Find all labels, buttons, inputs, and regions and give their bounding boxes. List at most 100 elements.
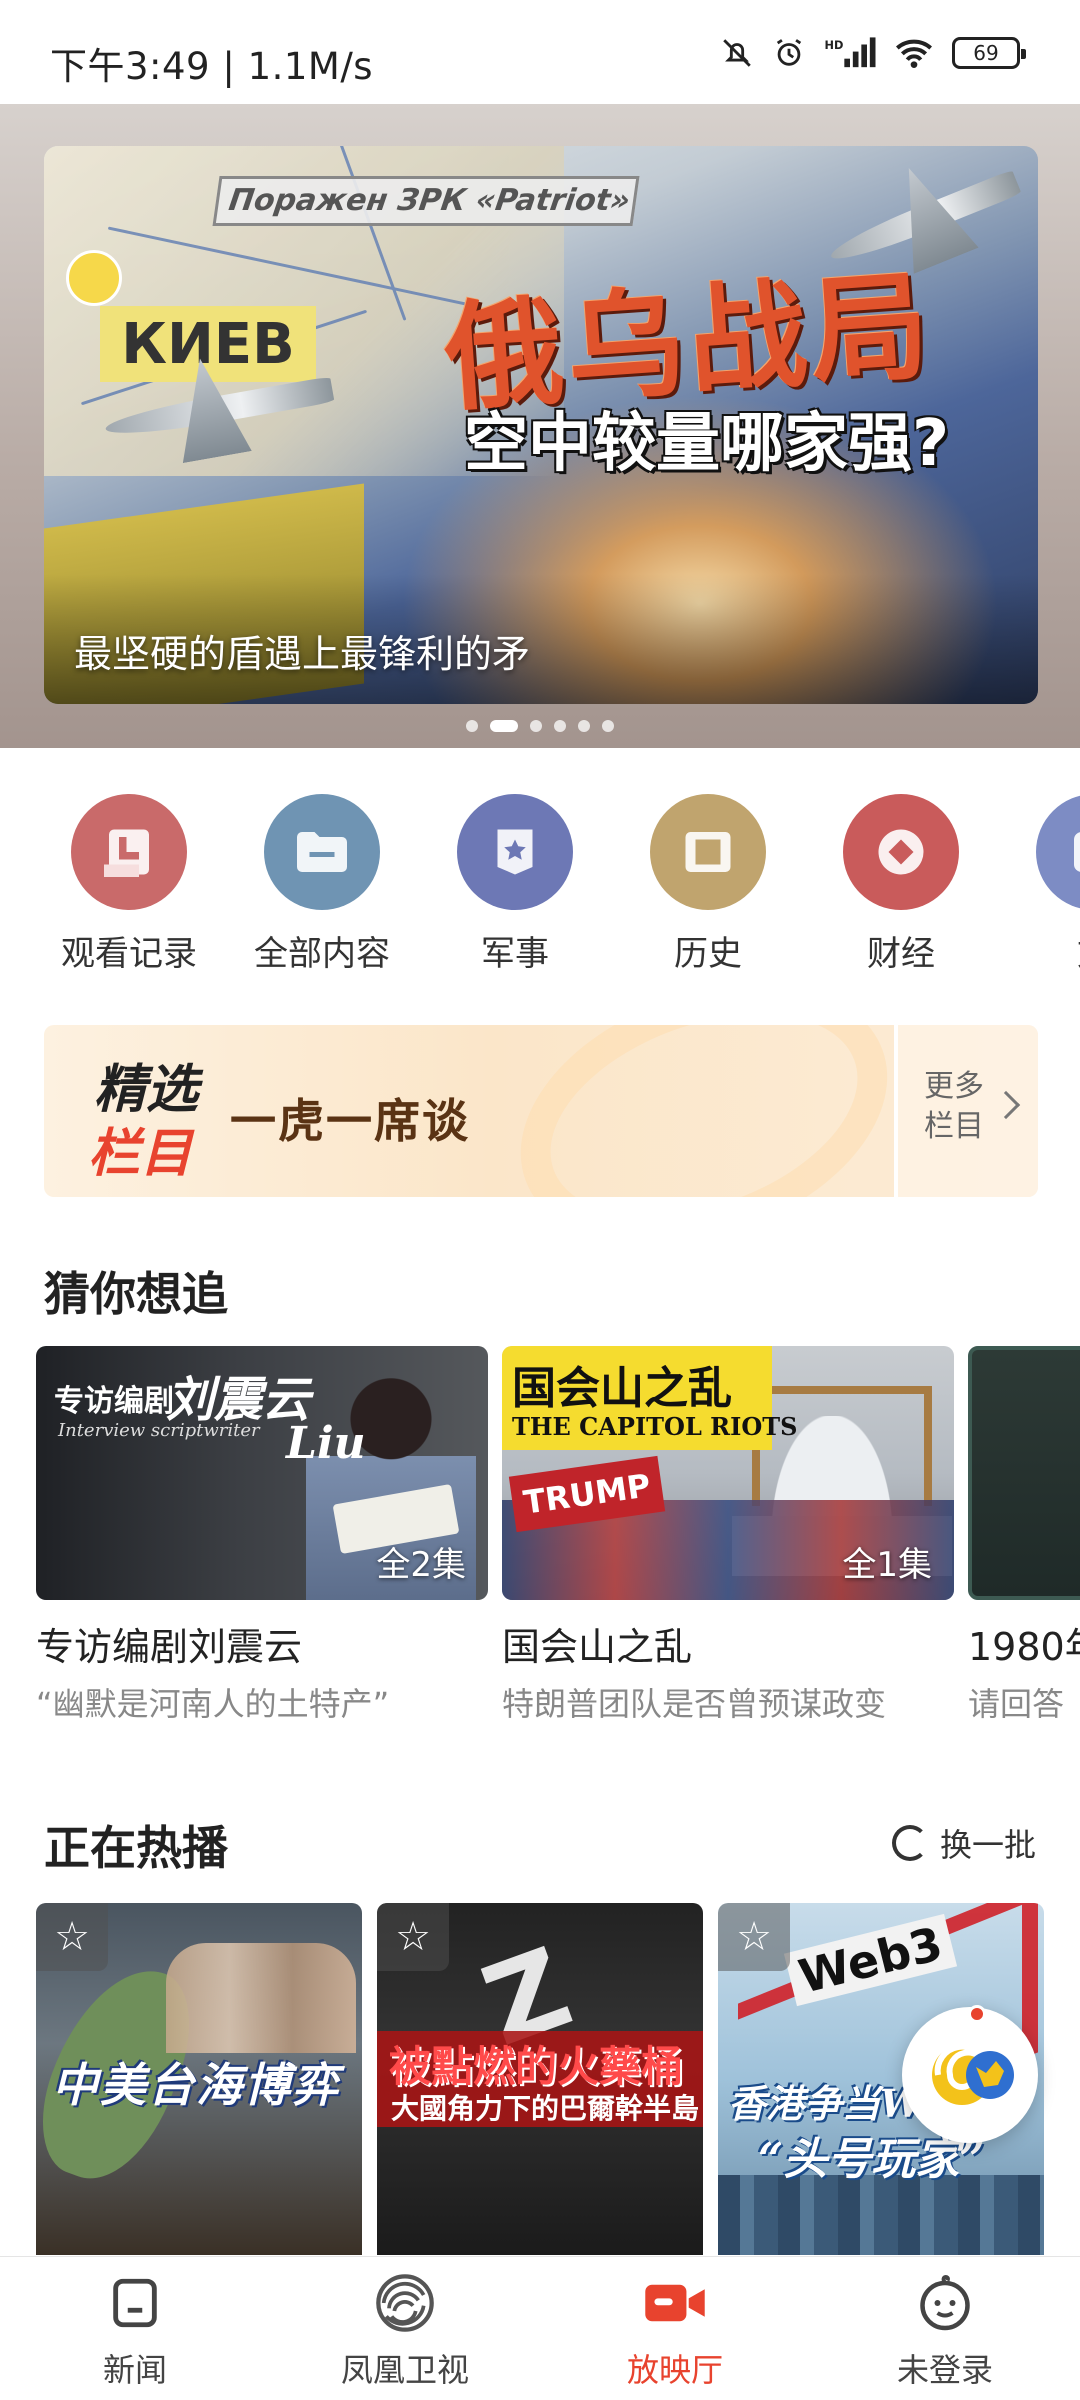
svg-text:HD: HD — [825, 38, 844, 52]
battery-icon: 69 — [952, 37, 1026, 69]
wifi-icon — [896, 39, 932, 68]
carousel-dot[interactable] — [530, 720, 542, 732]
refresh-icon — [891, 1825, 928, 1861]
thumb-people-graphic — [166, 1943, 356, 2053]
guess-thumbnail: 专访编剧 刘震云 Interview scriptwriter Liu 全2集 — [36, 1346, 488, 1600]
thumb-text: 专访编剧 — [54, 1384, 174, 1419]
thumb-city-graphic — [718, 2175, 1044, 2255]
category-label: 历史 — [674, 934, 742, 974]
more-columns-button[interactable]: 更多栏目 — [894, 1025, 1038, 1197]
video-camera-icon — [643, 2271, 707, 2335]
nav-not-logged-in[interactable]: 未登录 — [810, 2257, 1080, 2400]
nav-news[interactable]: 新闻 — [0, 2257, 270, 2400]
more-columns-label: 更多栏目 — [924, 1069, 984, 1144]
guess-thumbnail: 国会山之乱 THE CAPITOL RIOTS TRUMP 全1集 — [502, 1346, 954, 1600]
hero-banner: Поражен ЗРК «Patriot» КИЕВ 俄乌战局 空中较量哪家强?… — [0, 104, 1080, 748]
carousel-dot[interactable] — [602, 720, 614, 732]
thumb-text: Liu — [286, 1418, 366, 1469]
favorite-star-icon[interactable]: ☆ — [36, 1903, 108, 1971]
episode-count: 全1集 — [842, 1545, 932, 1585]
thumb-text: Interview scriptwriter — [58, 1420, 260, 1441]
guess-thumbnail — [968, 1346, 1080, 1600]
news-icon — [103, 2271, 167, 2335]
category-label: 全部内容 — [254, 934, 390, 974]
mute-bell-icon — [723, 39, 751, 67]
carousel-dot[interactable] — [554, 720, 566, 732]
guess-card[interactable]: 国会山之乱 THE CAPITOL RIOTS TRUMP 全1集 国会山之乱 … — [502, 1346, 954, 1725]
guess-subtitle: “幽默是河南人的土特产” — [36, 1685, 390, 1723]
nav-label: 新闻 — [102, 2351, 167, 2389]
category-label: 军事 — [481, 934, 549, 974]
featured-column-name: 一虎一席谈 — [230, 1094, 470, 1148]
category-culture[interactable]: 文 — [1019, 794, 1080, 974]
floating-phoenix-button[interactable] — [902, 2005, 1038, 2143]
featured-swirl-graphic — [484, 1025, 924, 1197]
guess-card[interactable]: 1980年 请回答 — [968, 1346, 1080, 1725]
favorite-star-icon[interactable]: ☆ — [377, 1903, 449, 1971]
hd-signal-icon: HD — [825, 37, 876, 68]
status-bar: 下午3:49 | 1.1M/s HD 69 — [0, 0, 1080, 104]
hot-section-title: 正在热播 — [44, 1821, 228, 1875]
category-watch-history[interactable]: 观看记录 — [54, 794, 204, 974]
guess-title: 1980年 — [968, 1625, 1080, 1669]
guess-title: 国会山之乱 — [502, 1625, 693, 1669]
category-military[interactable]: 军事 — [440, 794, 590, 974]
carousel-dot[interactable] — [578, 720, 590, 732]
guess-section-title: 猜你想追 — [44, 1267, 228, 1321]
nav-label: 凤凰卫视 — [340, 2351, 469, 2389]
guess-card[interactable]: 专访编剧 刘震云 Interview scriptwriter Liu 全2集 … — [36, 1346, 488, 1725]
episode-count: 全2集 — [376, 1545, 466, 1585]
hot-card[interactable]: 中美台海博弈 ☆ — [36, 1903, 362, 2255]
history-icon — [71, 794, 187, 910]
thumb-text: THE CAPITOL RIOTS — [512, 1412, 798, 1441]
notification-dot — [968, 2005, 986, 2023]
category-row: 观看记录 全部内容 军事 历史 财经 文 — [0, 794, 1080, 974]
phoenix-logo-icon — [932, 2043, 1014, 2105]
refresh-label: 换一批 — [939, 1826, 1036, 1864]
guess-row: 专访编剧 刘震云 Interview scriptwriter Liu 全2集 … — [36, 1346, 1080, 1746]
carousel-dots — [0, 720, 1080, 732]
category-history[interactable]: 历史 — [633, 794, 783, 974]
battery-level: 69 — [973, 41, 999, 65]
guess-title: 专访编剧刘震云 — [36, 1625, 303, 1669]
featured-column-banner[interactable]: 精选 栏目 一虎一席谈 更多栏目 — [44, 1025, 1038, 1197]
featured-label-line2: 栏目 — [88, 1124, 193, 1184]
hero-city-label: КИЕВ — [100, 306, 316, 382]
status-icons: HD 69 — [720, 36, 1026, 70]
hero-image[interactable]: Поражен ЗРК «Patriot» КИЕВ 俄乌战局 空中较量哪家强?… — [44, 146, 1038, 704]
bottom-nav: 新闻 凤凰卫视 放映厅 未登录 — [0, 2256, 1080, 2400]
category-label: 文 — [1019, 926, 1080, 974]
guess-subtitle: 特朗普团队是否曾预谋政变 — [502, 1685, 887, 1723]
refresh-button[interactable]: 换一批 — [891, 1820, 1036, 1866]
alarm-icon — [776, 39, 802, 66]
thumb-text: 中美台海博弈 — [52, 2058, 340, 2112]
favorite-star-icon[interactable]: ☆ — [718, 1903, 790, 1971]
nav-screening-room[interactable]: 放映厅 — [540, 2257, 810, 2400]
user-avatar-icon — [913, 2271, 977, 2335]
guess-subtitle: 请回答 — [968, 1685, 1065, 1723]
thumb-text: 被點燃的火藥桶 — [389, 2042, 684, 2091]
category-label: 观看记录 — [61, 934, 197, 974]
status-time: 下午3:49 | 1.1M/s — [50, 45, 374, 88]
finance-icon — [843, 794, 959, 910]
military-badge-icon — [457, 794, 573, 910]
chevron-right-icon — [991, 1090, 1021, 1120]
hero-sign-text: Поражен ЗРК «Patriot» — [212, 176, 640, 226]
carousel-dot-active[interactable] — [490, 720, 518, 732]
nav-label: 放映厅 — [626, 2351, 723, 2389]
carousel-dot[interactable] — [466, 720, 478, 732]
nav-label: 未登录 — [896, 2351, 993, 2389]
category-finance[interactable]: 财经 — [826, 794, 976, 974]
hero-location-dot — [66, 250, 122, 306]
hot-card[interactable]: Z 被點燃的火藥桶 大國角力下的巴爾幹半島 ☆ — [377, 1903, 703, 2255]
category-label: 财经 — [867, 934, 935, 974]
thumb-text: 国会山之乱 — [512, 1363, 732, 1414]
culture-icon — [1036, 794, 1080, 910]
hero-subtitle: 空中较量哪家强? — [464, 407, 950, 481]
folder-icon — [264, 794, 380, 910]
nav-phoenix-tv[interactable]: 凤凰卫视 — [270, 2257, 540, 2400]
film-icon — [650, 794, 766, 910]
phoenix-logo-icon — [373, 2271, 437, 2335]
thumb-text: 大國角力下的巴爾幹半島 — [391, 2092, 700, 2125]
category-all-content[interactable]: 全部内容 — [247, 794, 397, 974]
